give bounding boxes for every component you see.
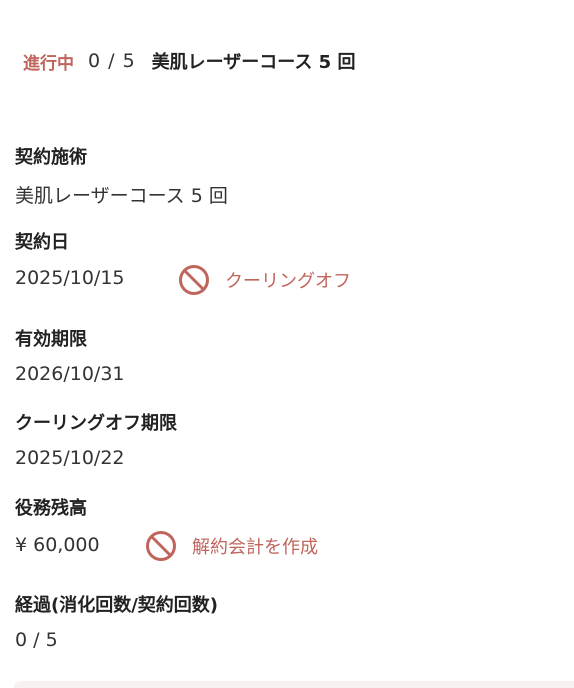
course-title: 美肌レーザーコース 5 回 xyxy=(151,52,356,73)
service-balance-value: ¥ 60,000 xyxy=(15,534,100,556)
next-card-edge xyxy=(14,681,574,688)
cooling-off-button[interactable]: クーリングオフ xyxy=(177,263,351,297)
create-cancellation-invoice-button[interactable]: 解約会計を作成 xyxy=(144,529,318,563)
cooling-off-label: クーリングオフ xyxy=(225,271,351,292)
contract-date-label: 契約日 xyxy=(15,232,69,253)
status-badge: 進行中 xyxy=(23,53,74,74)
create-cancellation-invoice-label: 解約会計を作成 xyxy=(192,537,318,558)
prohibited-icon xyxy=(146,531,176,561)
expiry-date-value: 2026/10/31 xyxy=(15,363,125,385)
contract-treatment-value: 美肌レーザーコース 5 回 xyxy=(15,185,228,207)
contract-date-value: 2025/10/15 xyxy=(15,267,125,289)
cooling-off-deadline-label: クーリングオフ期限 xyxy=(15,413,177,434)
usage-progress-value: 0 / 5 xyxy=(15,629,58,651)
usage-progress-label: 経過(消化回数/契約回数) xyxy=(15,595,219,616)
prohibited-icon xyxy=(179,265,209,295)
cooling-off-deadline-value: 2025/10/22 xyxy=(15,447,125,469)
contract-header: 進行中 0 / 5 美肌レーザーコース 5 回 xyxy=(23,46,355,76)
contract-treatment-label: 契約施術 xyxy=(15,147,87,168)
contract-detail-page: 進行中 0 / 5 美肌レーザーコース 5 回 契約施術 美肌レーザーコース 5… xyxy=(0,0,574,688)
header-progress: 0 / 5 xyxy=(88,50,136,72)
service-balance-label: 役務残高 xyxy=(15,498,87,519)
expiry-date-label: 有効期限 xyxy=(15,329,87,350)
